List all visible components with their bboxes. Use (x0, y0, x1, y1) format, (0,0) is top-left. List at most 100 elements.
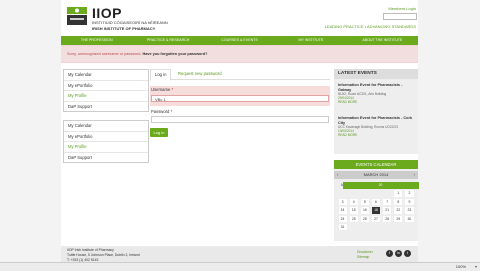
calendar-day[interactable]: 30 (405, 215, 414, 222)
tab-log-in[interactable]: Log in (150, 69, 172, 81)
sidebar-item-my-eportfolio[interactable]: My ePortfolio (64, 81, 148, 91)
logo-subtitle-english: IRISH INSTITUTE OF PHARMACY (92, 26, 156, 31)
calendar-empty-cell (405, 224, 413, 230)
calendar-day[interactable]: 23 (405, 207, 414, 214)
calendar-day[interactable]: 1 (394, 190, 403, 197)
calendar-day[interactable]: 8 (394, 198, 403, 206)
calendar-empty-cell (361, 190, 369, 196)
event-title[interactable]: Information Event for Pharmacists - Galw… (338, 83, 414, 92)
calendar-empty-cell (350, 224, 358, 230)
calendar-grid: MTWTFSS123456789101112131415161718192021… (337, 181, 419, 231)
members-login-link[interactable]: Members Login (388, 6, 416, 11)
sidebar-item-my-calendar[interactable]: My Calendar (64, 121, 148, 132)
login-button[interactable]: Log in (150, 128, 168, 137)
alert-text: Sorry, unrecognized username or password… (67, 52, 142, 56)
calendar-day[interactable]: 15 (349, 207, 358, 214)
calendar-day[interactable]: 31 (338, 223, 347, 231)
error-alert: Sorry, unrecognized username or password… (61, 45, 418, 63)
calendar-day[interactable]: 26 (360, 215, 369, 222)
site-logo[interactable]: IIOP INSTITIÚID CÓGAISEOIRÍ NA hÉIREANN … (66, 5, 196, 31)
calendar-day[interactable]: 16 (360, 207, 369, 214)
calendar-day[interactable]: 7 (383, 198, 392, 206)
calendar-day[interactable]: 14 (338, 207, 347, 214)
latest-events-list: Information Event for Pharmacists - Galw… (334, 79, 418, 154)
chevron-down-icon[interactable]: ▾ (475, 264, 477, 269)
read-more-link[interactable]: READ MORE (338, 133, 414, 137)
sidebar-item-my-profile[interactable]: My Profile (64, 142, 148, 153)
calendar-day[interactable]: 3 (338, 198, 347, 206)
calendar-empty-cell (372, 190, 380, 196)
logo-subtitle-irish: INSTITIÚID CÓGAISEOIRÍ NA hÉIREANN (92, 20, 168, 25)
footer-sitemap-link[interactable]: Sitemap (357, 255, 369, 259)
site-footer: IIOP Irish Institute of Pharmacy Tuttle … (61, 246, 418, 262)
nav-item-about[interactable]: ABOUT THE INSTITUTE (347, 36, 418, 45)
search-input[interactable] (383, 13, 417, 20)
calendar-month: MARCH 2014 (334, 171, 418, 179)
logo-emblem-icon (67, 7, 87, 25)
alert-message: Sorry, unrecognized username or password… (67, 52, 207, 56)
nav-item-my-institute[interactable]: MY INSTITUTE (275, 36, 346, 45)
tagline: LEADING PRACTICE • ADVANCING STANDARDS (324, 24, 416, 29)
sidebar-item-my-profile[interactable]: My Profile (64, 91, 148, 102)
events-calendar-heading: EVENTS CALENDAR (334, 160, 418, 169)
required-mark: * (171, 87, 174, 92)
password-label: Password * (151, 109, 172, 114)
forgot-password-link[interactable]: Have you forgotten your password? (143, 52, 208, 56)
event-item: Information Event for Pharmacists - Cork… (338, 116, 414, 137)
required-mark: * (170, 109, 173, 114)
sidebar-item-my-eportfolio[interactable]: My ePortfolio (64, 132, 148, 142)
user-menu-bottom: My Calendar My ePortfolio My Profile DaP… (63, 120, 149, 163)
calendar-day[interactable]: 24 (338, 215, 347, 222)
user-menu-top: My Calendar My ePortfolio My Profile DaP… (63, 69, 149, 112)
calendar-day[interactable]: 27 (371, 215, 381, 222)
event-title[interactable]: Information Event for Pharmacists - Cork… (338, 116, 414, 125)
calendar-prev-button[interactable]: ‹ (337, 171, 338, 179)
calendar-day[interactable]: 2 (405, 190, 414, 197)
latest-events-heading: LATEST EVENTS (334, 69, 418, 79)
username-input[interactable]: VBc 1 (151, 95, 329, 102)
calendar-day[interactable]: 21 (383, 207, 392, 214)
calendar-day[interactable]: 9 (405, 198, 414, 206)
calendar-day[interactable]: 18 (371, 207, 381, 214)
main-nav: THE PROFESSION PRACTICE & RESEARCH COURS… (61, 36, 418, 45)
calendar-next-button[interactable]: › (414, 171, 415, 179)
footer-address: Tuttle House, 5 Johnson Place, Dublin 2,… (67, 253, 140, 257)
sidebar-item-my-calendar[interactable]: My Calendar (64, 70, 148, 81)
calendar-day[interactable]: 25 (349, 215, 358, 222)
facebook-icon[interactable]: f (386, 250, 393, 257)
linkedin-icon[interactable]: in (395, 250, 402, 257)
calendar-day[interactable]: 29 (394, 215, 403, 222)
calendar-day[interactable]: 4 (349, 198, 358, 206)
calendar-empty-cell (383, 190, 391, 196)
logo-text: IIOP (92, 5, 123, 21)
calendar-empty-cell (372, 224, 380, 230)
calendar-empty-cell (394, 224, 402, 230)
tab-request-password[interactable]: Request new password (174, 69, 226, 79)
nav-item-profession[interactable]: THE PROFESSION (61, 36, 132, 45)
calendar-day[interactable]: 28 (383, 215, 392, 222)
sidebar-item-dap-support[interactable]: DaP Support (64, 153, 148, 163)
calendar-day[interactable]: 20 (342, 182, 419, 189)
calendar-empty-cell (339, 190, 347, 196)
twitter-icon[interactable]: t (404, 250, 411, 257)
footer-org: IIOP Irish Institute of Pharmacy (67, 248, 114, 252)
calendar-empty-cell (383, 224, 391, 230)
nav-item-practice-research[interactable]: PRACTICE & RESEARCH (132, 36, 203, 45)
login-tabs: Log in Request new password (150, 69, 330, 81)
username-label: Username * (151, 87, 173, 92)
read-more-link[interactable]: READ MORE (338, 100, 414, 104)
calendar-day[interactable]: 5 (360, 198, 369, 206)
nav-item-courses-events[interactable]: COURSES & EVENTS (204, 36, 275, 45)
sidebar-item-dap-support[interactable]: DaP Support (64, 102, 148, 112)
password-input[interactable] (151, 116, 329, 123)
calendar-empty-cell (361, 224, 369, 230)
events-calendar: MARCH 2014 ‹ › MTWTFSS123456789101112131… (334, 169, 419, 241)
zoom-level[interactable]: 100% (456, 264, 466, 269)
footer-disclaimer-link[interactable]: Disclaimer (357, 250, 373, 254)
event-item: Information Event for Pharmacists - Galw… (338, 83, 414, 104)
calendar-day[interactable]: 22 (394, 207, 403, 214)
password-label-text: Password (151, 109, 170, 114)
calendar-empty-cell (350, 190, 358, 196)
calendar-day[interactable]: 6 (371, 198, 381, 206)
username-label-text: Username (151, 87, 171, 92)
